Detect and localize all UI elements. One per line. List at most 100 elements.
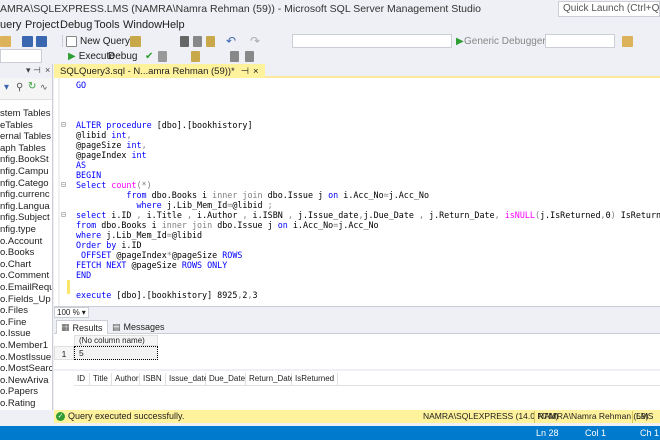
object-explorer-item[interactable]: stem Tables (0, 108, 51, 120)
row-number[interactable]: 1 (54, 346, 74, 360)
column-header[interactable]: (No column name) (74, 335, 158, 346)
tab-close-icon[interactable]: × (253, 66, 259, 77)
code-token: (*) (136, 180, 152, 190)
code-token: Order by (76, 240, 122, 250)
quick-launch-input[interactable]: Quick Launch (Ctrl+Q) (558, 1, 660, 17)
column-header[interactable]: IsReturned (292, 373, 338, 386)
activity-icon[interactable]: ∿ (40, 82, 48, 93)
object-explorer-item[interactable]: o.Fields_Up (0, 294, 51, 306)
code-token: j.Return_Date (429, 210, 495, 220)
refresh-icon[interactable]: ↻ (28, 81, 36, 92)
new-query-button[interactable]: New Query (66, 34, 130, 48)
platform-dropdown[interactable] (545, 34, 615, 48)
code-token: dbo.Books i (151, 190, 213, 200)
query-status-message: Query executed successfully. (68, 411, 185, 421)
object-explorer-item[interactable]: o.Books (0, 247, 34, 259)
menu-window[interactable]: Window (123, 19, 162, 31)
object-explorer-item[interactable]: nfig.Campu (0, 166, 49, 178)
code-token: j.Acc_No (338, 220, 379, 230)
comment-icon[interactable] (245, 49, 254, 63)
result-grid-2: ID Title Author ISBN Issue_date Due_Date Retur… (54, 373, 660, 387)
pin-icon[interactable]: ▾ ⊣ (26, 65, 41, 76)
column-header[interactable]: Author (112, 373, 140, 386)
menu-debug[interactable]: Debug (60, 19, 92, 31)
tab-sqlquery3[interactable]: SQLQuery3.sql - N...amra Rehman (59))* ⊣… (54, 64, 265, 78)
filter-icon[interactable]: ⚲ (16, 82, 23, 93)
object-explorer-item[interactable]: o.Fine (0, 317, 26, 329)
menu-help[interactable]: Help (162, 19, 185, 31)
object-explorer-item[interactable]: o.MostSearc (0, 363, 52, 375)
object-explorer-item[interactable]: o.Files (0, 305, 28, 317)
object-explorer-item[interactable]: nfig.type (0, 224, 36, 236)
save-all-icon[interactable] (36, 34, 47, 48)
tab-results[interactable]: ▦ Results (56, 320, 108, 334)
code-line: @pageIndex int (76, 150, 147, 160)
redo-icon[interactable]: ↷ (250, 34, 260, 48)
results-to-file-icon[interactable] (230, 49, 239, 63)
column-header[interactable]: ISBN (140, 373, 166, 386)
object-explorer-item[interactable]: nfig.BookSt (0, 154, 49, 166)
save-icon[interactable] (22, 34, 33, 48)
object-explorer-item[interactable]: o.EmailRequ (0, 282, 52, 294)
object-explorer-item[interactable]: nfig.Catego (0, 178, 49, 190)
object-explorer-item[interactable]: o.NewAriva (0, 375, 49, 387)
start-debug-icon[interactable]: ▶ (456, 34, 464, 48)
code-token: AS (76, 160, 87, 170)
zoom-dropdown[interactable]: 100 % ▾ (54, 307, 89, 318)
paste-icon[interactable] (206, 34, 215, 48)
folder-icon[interactable] (622, 34, 633, 48)
close-panel-icon[interactable]: × (45, 65, 50, 75)
menu-tools[interactable]: Tools (94, 19, 120, 31)
code-token: FETCH NEXT (76, 260, 132, 270)
object-explorer-item[interactable]: o.Member1 (0, 340, 48, 352)
undo-icon[interactable]: ↶ (226, 34, 236, 48)
object-explorer-item[interactable]: o.Chart (0, 259, 31, 271)
code-token: on (328, 190, 344, 200)
object-explorer-item[interactable]: ernal Tables (0, 131, 51, 143)
tab-pin-icon[interactable]: ⊣ (241, 66, 249, 77)
column-header[interactable]: Due_Date (206, 373, 246, 386)
object-explorer-item[interactable]: o.Rating (0, 398, 35, 410)
column-header[interactable]: Issue_date (166, 373, 208, 386)
fold-toggle-icon[interactable]: ⊟ (61, 210, 66, 219)
query-editor[interactable]: GO ALTER procedure [dbo].[bookhistory] ⊟ @l… (54, 78, 660, 306)
object-explorer-item[interactable]: aph Tables (0, 143, 46, 155)
code-line: Order by i.ID (76, 240, 142, 250)
debug-button[interactable]: Debug (108, 49, 137, 63)
menu-query[interactable]: uery (0, 19, 21, 31)
object-explorer-item[interactable]: nfig.currenc (0, 189, 50, 201)
object-explorer-item[interactable]: nfig.Subject (0, 212, 50, 224)
database-dropdown[interactable] (0, 49, 42, 63)
copy-icon[interactable] (193, 34, 202, 48)
editor-gutter (58, 78, 60, 306)
tab-messages[interactable]: ▤ Messages (108, 320, 169, 334)
fold-toggle-icon[interactable]: ⊟ (61, 180, 66, 189)
object-explorer-item[interactable]: eTables (0, 120, 33, 132)
cut-icon[interactable] (180, 34, 189, 48)
column-header[interactable]: Title (90, 373, 112, 386)
object-explorer-item[interactable]: o.Comment (0, 270, 49, 282)
column-header[interactable]: ID (74, 373, 90, 386)
object-explorer-item[interactable]: o.Papers (0, 386, 38, 398)
connect-icon[interactable]: ▾ (4, 82, 9, 93)
code-token: @pageIndex (116, 250, 167, 260)
object-explorer-item[interactable]: o.Account (0, 236, 42, 248)
menu-bar: uery Project Debug Tools Window Help (0, 18, 660, 34)
debugger-dropdown[interactable]: Generic Debugger (464, 34, 546, 48)
object-explorer-item[interactable]: o.Issue (0, 328, 31, 340)
menu-project[interactable]: Project (25, 19, 59, 31)
fold-toggle-icon[interactable]: ⊟ (61, 120, 66, 129)
solution-config-dropdown[interactable] (292, 34, 452, 48)
object-explorer-item[interactable]: o.MostIssue (0, 352, 51, 364)
grid-cell[interactable]: 5 (74, 346, 158, 360)
database-info: LMS (632, 411, 653, 423)
results-to-text-icon[interactable] (158, 49, 167, 63)
db-query-icon[interactable] (130, 34, 141, 48)
code-line: ALTER procedure [dbo].[bookhistory] (76, 120, 253, 130)
results-to-grid-icon[interactable] (191, 49, 200, 63)
parse-icon[interactable]: ✔ (145, 49, 153, 63)
open-file-icon[interactable] (0, 34, 11, 48)
column-header[interactable]: Return_Date (246, 373, 294, 386)
tab-label: SQLQuery3.sql - N...amra Rehman (59))* (60, 65, 235, 77)
object-explorer-item[interactable]: nfig.Langua (0, 201, 50, 213)
